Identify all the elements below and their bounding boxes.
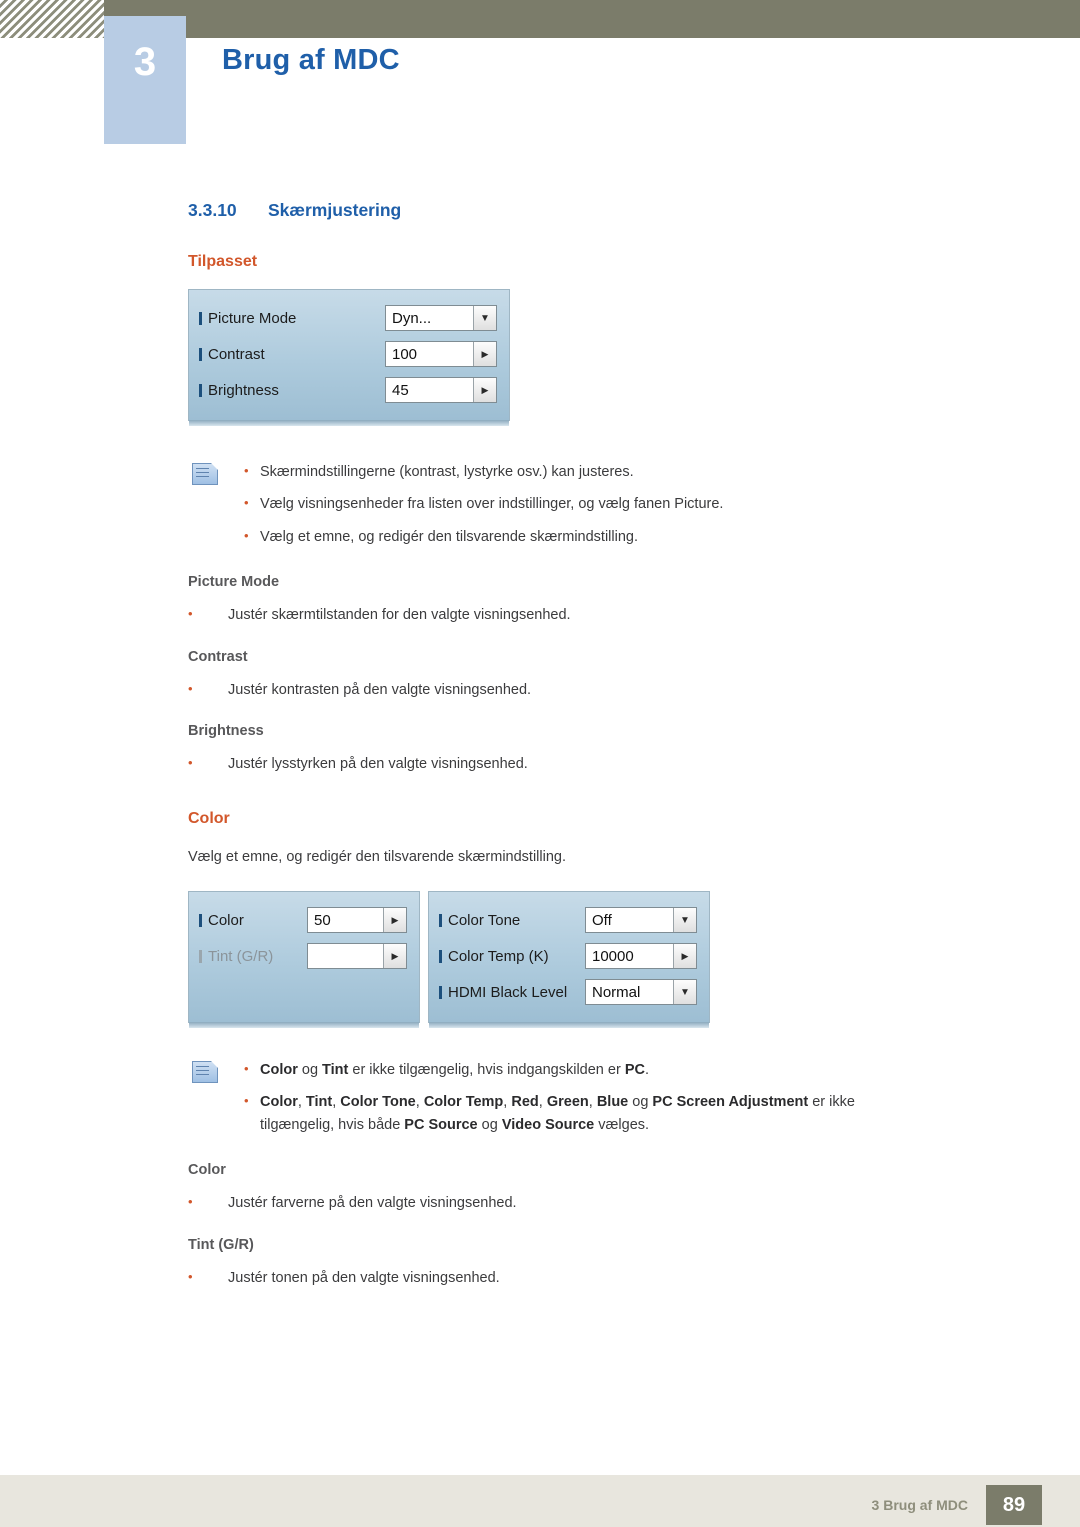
bullet-dot-icon: • — [244, 463, 249, 478]
footer-chapter-label: 3 Brug af MDC — [871, 1497, 968, 1513]
brightness-value: 45 — [392, 381, 409, 399]
hdmi-black-level-value: Normal — [592, 983, 641, 1001]
note-icon — [192, 1061, 218, 1083]
bullet-dot-icon: • — [188, 1194, 193, 1210]
spinner-right-icon[interactable]: ▶ — [473, 342, 496, 366]
color-tone-row: Color Tone Off ▼ — [439, 902, 697, 938]
header-hatch-pattern — [0, 0, 104, 38]
tint-row: Tint (G/R) ▶ — [199, 938, 407, 974]
color-stepper[interactable]: 50 ▶ — [307, 907, 407, 933]
spinner-right-icon[interactable]: ▶ — [673, 944, 696, 968]
color-row: Color 50 ▶ — [199, 902, 407, 938]
bullet-dot-icon: • — [244, 527, 249, 543]
bullet-dot-icon: • — [244, 1093, 249, 1109]
contrast-stepper[interactable]: 100 ▶ — [385, 341, 497, 367]
subsection-heading-color: Color — [188, 809, 230, 827]
bullet-dot-icon: • — [188, 606, 193, 622]
tint-label: Tint (G/R) — [199, 948, 273, 965]
item-heading-contrast: Contrast — [188, 648, 248, 665]
chapter-number: 3 — [133, 40, 157, 84]
note-bullet: • Color, Tint, Color Tone, Color Temp, R… — [244, 1091, 988, 1136]
chevron-down-icon[interactable]: ▼ — [673, 908, 696, 932]
page-number-box: 89 — [986, 1485, 1042, 1525]
hdmi-black-level-dropdown[interactable]: Normal ▼ — [585, 979, 697, 1005]
picture-mode-label: Picture Mode — [199, 310, 296, 327]
item-heading-tint: Tint (G/R) — [188, 1236, 254, 1253]
note-bullet: • Color og Tint er ikke tilgængelig, hvi… — [244, 1059, 988, 1081]
brightness-row: Brightness 45 ▶ — [199, 372, 497, 408]
section-title: Skærmjustering — [268, 200, 402, 220]
item-bullet-picture-mode: • Justér skærmtilstanden for den valgte … — [188, 604, 988, 626]
spinner-right-icon[interactable]: ▶ — [383, 908, 406, 932]
color-intro-text: Vælg et emne, og redigér den tilsvarende… — [188, 848, 566, 865]
note-bullet: • Vælg visningsenheder fra listen over i… — [244, 493, 988, 515]
color-basic-panel: Color 50 ▶ Tint (G/R) ▶ — [188, 891, 420, 1028]
item-heading-color: Color — [188, 1162, 226, 1179]
color-tone-label: Color Tone — [439, 912, 520, 929]
color-value: 50 — [314, 911, 331, 929]
item-text-picture-mode: Justér skærmtilstanden for den valgte vi… — [228, 607, 571, 624]
note-bullet-text: Color, Tint, Color Tone, Color Temp, Red… — [260, 1094, 855, 1133]
bullet-dot-icon: • — [188, 680, 193, 696]
note-icon — [192, 463, 218, 485]
item-text-brightness: Justér lysstyrken på den valgte visnings… — [228, 756, 528, 773]
brightness-label: Brightness — [199, 382, 279, 399]
color-settings-panels: Color 50 ▶ Tint (G/R) ▶ Color Tone Off ▼… — [188, 891, 988, 1028]
tint-stepper[interactable]: ▶ — [307, 943, 407, 969]
item-bullet-tint: • Justér tonen på den valgte visningsenh… — [188, 1267, 988, 1289]
color-temp-stepper[interactable]: 10000 ▶ — [585, 943, 697, 969]
item-bullet-contrast: • Justér kontrasten på den valgte visnin… — [188, 679, 988, 701]
note-block-color: • Color og Tint er ikke tilgængelig, hvi… — [188, 1059, 988, 1136]
chapter-number-box: 3 — [104, 16, 186, 144]
color-temp-value: 10000 — [592, 947, 634, 965]
bullet-dot-icon: • — [188, 755, 193, 771]
page-content: 3.3.10 Skærmjustering Tilpasset Picture M… — [188, 200, 988, 1299]
chevron-down-icon[interactable]: ▼ — [673, 980, 696, 1004]
hdmi-black-level-row: HDMI Black Level Normal ▼ — [439, 974, 697, 1010]
brightness-stepper[interactable]: 45 ▶ — [385, 377, 497, 403]
subsection-heading-tilpasset: Tilpasset — [188, 253, 258, 270]
color-label: Color — [199, 912, 244, 929]
color-tone-value: Off — [592, 911, 612, 929]
picture-settings-panel: Picture Mode Dyn... ▼ Contrast 100 ▶ Bri… — [188, 289, 510, 426]
section-heading: 3.3.10 Skærmjustering — [188, 200, 988, 221]
note-bullet: • Vælg et emne, og redigér den tilsvaren… — [244, 526, 988, 548]
chevron-down-icon[interactable]: ▼ — [473, 306, 496, 330]
color-tone-dropdown[interactable]: Off ▼ — [585, 907, 697, 933]
item-text-color: Justér farverne på den valgte visningsen… — [228, 1195, 517, 1212]
bullet-dot-icon: • — [188, 1268, 193, 1284]
bullet-dot-icon: • — [244, 495, 249, 511]
item-heading-brightness: Brightness — [188, 723, 264, 740]
note-bullet-text: Vælg visningsenheder fra listen over ind… — [260, 496, 724, 513]
item-bullet-color: • Justér farverne på den valgte visnings… — [188, 1192, 988, 1214]
page-number: 89 — [1002, 1493, 1026, 1516]
note-bullet-text: Skærmindstillingerne (kontrast, lystyrke… — [260, 464, 634, 480]
picture-mode-dropdown[interactable]: Dyn... ▼ — [385, 305, 497, 331]
contrast-row: Contrast 100 ▶ — [199, 336, 497, 372]
note-bullet-text: Color og Tint er ikke tilgængelig, hvis … — [260, 1062, 650, 1078]
chapter-title: Brug af MDC — [222, 44, 400, 76]
color-advanced-panel: Color Tone Off ▼ Color Temp (K) 10000 ▶ … — [428, 891, 710, 1028]
picture-mode-row: Picture Mode Dyn... ▼ — [199, 300, 497, 336]
color-temp-row: Color Temp (K) 10000 ▶ — [439, 938, 697, 974]
contrast-value: 100 — [392, 345, 418, 363]
item-text-tint: Justér tonen på den valgte visningsenhed… — [228, 1269, 500, 1286]
spinner-right-icon[interactable]: ▶ — [383, 944, 406, 968]
spinner-right-icon[interactable]: ▶ — [473, 378, 496, 402]
hdmi-black-level-label: HDMI Black Level — [439, 984, 567, 1001]
item-text-contrast: Justér kontrasten på den valgte visnings… — [228, 681, 532, 698]
note-bullet-text: Vælg et emne, og redigér den tilsvarende… — [260, 528, 638, 545]
bullet-dot-icon: • — [244, 1061, 249, 1076]
contrast-label: Contrast — [199, 346, 265, 363]
color-temp-label: Color Temp (K) — [439, 948, 549, 965]
section-number: 3.3.10 — [188, 200, 237, 220]
note-block-tilpasset: • Skærmindstillingerne (kontrast, lystyr… — [188, 461, 988, 548]
picture-mode-value: Dyn... — [392, 309, 432, 327]
item-bullet-brightness: • Justér lysstyrken på den valgte visnin… — [188, 753, 988, 775]
note-bullet: • Skærmindstillingerne (kontrast, lystyr… — [244, 461, 988, 483]
item-heading-picture-mode: Picture Mode — [188, 574, 280, 591]
